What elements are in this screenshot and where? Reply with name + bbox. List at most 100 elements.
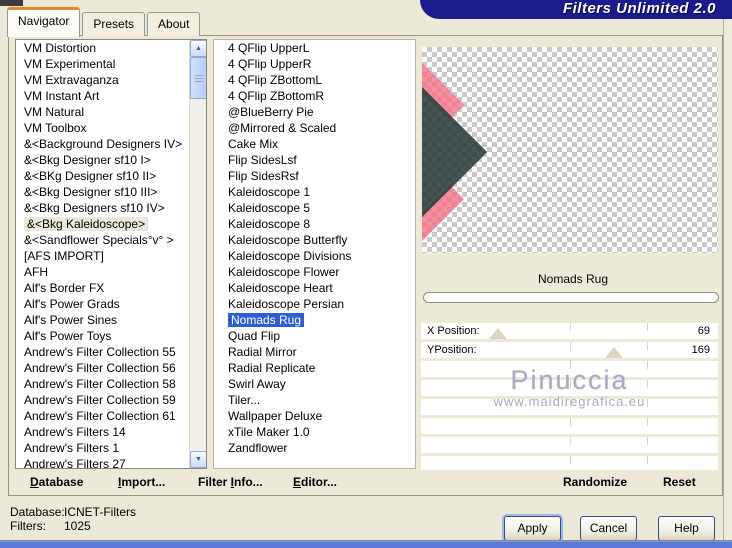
list-item-label: Radial Mirror [228,345,297,359]
slider-label: YPosition: [427,344,477,356]
list-item[interactable]: Alf's Power Sines [16,312,189,328]
tab-navigator[interactable]: Navigator [7,7,81,37]
list-item[interactable]: 4 QFlip ZBottomR [214,88,415,104]
list-item[interactable]: AFH [16,264,189,280]
help-button[interactable]: Help [658,516,715,541]
apply-button[interactable]: Apply [504,516,561,541]
list-item[interactable]: Kaleidoscope 5 [214,200,415,216]
list-item[interactable]: Swirl Away [214,376,415,392]
list-item[interactable]: Kaleidoscope Divisions [214,248,415,264]
list-item[interactable]: &<Bkg Designer sf10 I> [16,152,189,168]
reset-button[interactable]: Reset [663,470,696,495]
list-item[interactable]: Andrew's Filter Collection 55 [16,344,189,360]
list-item[interactable]: xTile Maker 1.0 [214,424,415,440]
list-item[interactable]: VM Toolbox [16,120,189,136]
list-item[interactable]: Andrew's Filter Collection 58 [16,376,189,392]
slider-tick [569,323,571,331]
slider-tick [569,361,571,369]
list-item[interactable]: Tiler... [214,392,415,408]
list-item[interactable]: Nomads Rug [214,312,415,328]
list-item[interactable]: VM Natural [16,104,189,120]
list-item[interactable]: [AFS IMPORT] [16,248,189,264]
scroll-down-icon[interactable]: ▼ [190,451,206,468]
slider-row[interactable]: X Position: 69 [421,323,718,339]
list-item-label: VM Extravaganza [24,73,119,87]
list-item[interactable]: Kaleidoscope Heart [214,280,415,296]
list-item-label: &<Bkg Designers sf10 IV> [24,201,165,215]
list-item[interactable]: Wallpaper Deluxe [214,408,415,424]
list-item[interactable]: Kaleidoscope Flower [214,264,415,280]
menu-item-editor[interactable]: Editor... [293,470,337,495]
list-item[interactable]: Kaleidoscope 1 [214,184,415,200]
list-item[interactable]: VM Experimental [16,56,189,72]
list-item[interactable]: &<Sandflower Specials°v° > [16,232,189,248]
list-item-label: Andrew's Filter Collection 58 [24,377,176,391]
list-item[interactable]: Kaleidoscope Butterfly [214,232,415,248]
list-item[interactable]: @BlueBerry Pie [214,104,415,120]
parameter-row[interactable] [421,361,718,377]
parameter-row[interactable] [421,399,718,415]
list-item[interactable]: VM Extravaganza [16,72,189,88]
list-item[interactable]: Quad Flip [214,328,415,344]
slider-tick [646,380,648,388]
scrollbar-thumb[interactable] [190,57,206,99]
list-item-label: xTile Maker 1.0 [228,425,310,439]
list-item[interactable]: &<Background Designers IV> [16,136,189,152]
list-item[interactable]: Zandflower [214,440,415,456]
list-item[interactable]: Alf's Power Toys [16,328,189,344]
list-item[interactable]: Cake Mix [214,136,415,152]
parameter-row[interactable] [421,418,718,434]
list-item[interactable]: Andrew's Filter Collection 59 [16,392,189,408]
slider-thumb-icon[interactable] [489,328,508,339]
list-item[interactable]: Andrew's Filters 14 [16,424,189,440]
menu-item-database[interactable]: Database [30,470,83,495]
list-item[interactable]: &<Bkg Designers sf10 IV> [16,200,189,216]
list-item-label: Radial Replicate [228,361,316,375]
list-item-label: Flip SidesLsf [228,153,297,167]
list-item[interactable]: VM Instant Art [16,88,189,104]
list-item[interactable]: &<Bkg Designer sf10 III> [16,184,189,200]
list-item[interactable]: Andrew's Filters 1 [16,440,189,456]
parameter-row[interactable] [421,437,718,453]
menu-item-text: mport... [121,475,166,489]
menu-item-import[interactable]: Import... [118,470,165,495]
category-scrollbar[interactable]: ▲ ▼ [189,40,206,468]
list-item[interactable]: Flip SidesLsf [214,152,415,168]
list-item[interactable]: &<BKg Designer sf10 II> [16,168,189,184]
parameter-row[interactable] [421,380,718,396]
slider-value: 169 [691,344,710,356]
list-item-label: Andrew's Filter Collection 55 [24,345,176,359]
list-item[interactable]: 4 QFlip ZBottomL [214,72,415,88]
menu-item-filter-info[interactable]: Filter Info... [198,470,263,495]
slider-row[interactable]: YPosition: 169 [421,342,718,358]
list-item[interactable]: @Mirrored & Scaled [214,120,415,136]
list-item[interactable]: Kaleidoscope 8 [214,216,415,232]
list-item[interactable]: Radial Replicate [214,360,415,376]
list-item[interactable]: Flip SidesRsf [214,168,415,184]
tab-about[interactable]: About [147,12,201,36]
list-item[interactable]: Andrew's Filter Collection 61 [16,408,189,424]
list-item-label: Alf's Power Sines [24,313,117,327]
list-item-label: Tiler... [228,393,261,407]
list-item[interactable]: Radial Mirror [214,344,415,360]
list-item[interactable]: Alf's Power Grads [16,296,189,312]
randomize-button[interactable]: Randomize [563,470,627,495]
cancel-button[interactable]: Cancel [580,516,637,541]
list-item[interactable]: 4 QFlip UpperL [214,40,415,56]
tab-bar: Navigator Presets About [7,7,201,37]
list-item[interactable]: Andrew's Filters 27 [16,456,189,468]
menu-item-text: nfo... [234,475,263,489]
list-item[interactable]: VM Distortion [16,40,189,56]
slider-value: 69 [697,325,710,337]
filters-unlimited-window: { "title_bar": { "title": "Filters Unlim… [0,0,732,548]
list-item-label: Swirl Away [228,377,286,391]
tab-presets[interactable]: Presets [82,12,146,36]
slider-thumb-icon[interactable] [605,347,624,358]
list-item[interactable]: Andrew's Filter Collection 56 [16,360,189,376]
background-window-strip [0,541,732,548]
scroll-up-icon[interactable]: ▲ [190,40,206,57]
list-item[interactable]: Kaleidoscope Persian [214,296,415,312]
list-item[interactable]: &<Bkg Kaleidoscope> [16,216,189,232]
list-item[interactable]: 4 QFlip UpperR [214,56,415,72]
list-item[interactable]: Alf's Border FX [16,280,189,296]
